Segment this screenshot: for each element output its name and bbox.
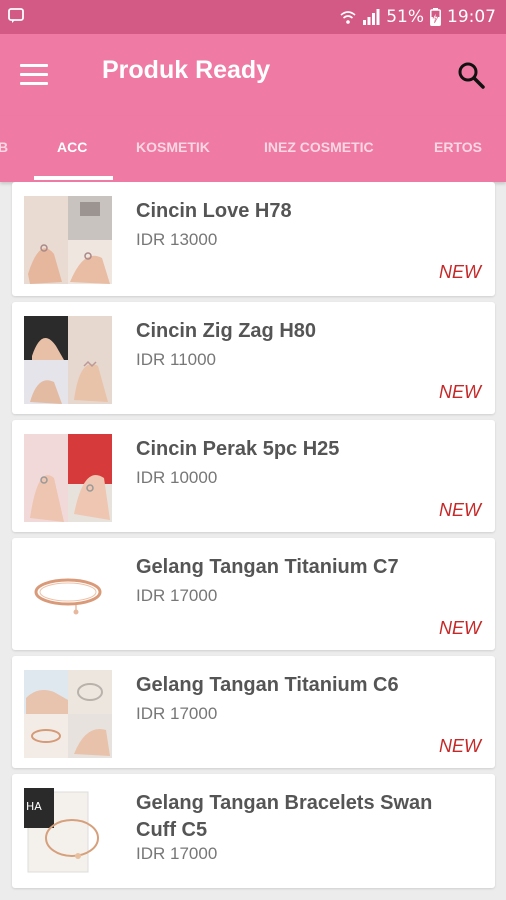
product-image	[24, 552, 112, 640]
product-name: Cincin Perak 5pc H25	[136, 438, 340, 460]
new-badge: NEW	[439, 382, 481, 402]
new-badge: NEW	[439, 262, 481, 282]
tab-acc[interactable]: ACC	[57, 139, 87, 155]
product-card[interactable]: Gelang Tangan Titanium C7 IDR 17000 NEW	[12, 538, 495, 650]
product-image	[24, 434, 112, 522]
clock: 19:07	[447, 7, 496, 27]
category-tabs: B ACC KOSMETIK INEZ COSMETIC ERTOS	[0, 116, 506, 182]
product-name: Gelang Tangan Bracelets Swan Cuff C5	[136, 792, 433, 841]
tab-kosmetik[interactable]: KOSMETIK	[136, 139, 210, 155]
product-card[interactable]: Gelang Tangan Titanium C6 IDR 17000 NEW	[12, 656, 495, 768]
product-image: HA	[24, 788, 112, 876]
tab-indicator	[34, 176, 113, 180]
product-price: IDR 13000	[136, 230, 218, 249]
product-price: IDR 17000	[136, 586, 218, 605]
new-badge: NEW	[439, 618, 481, 638]
page-title: Produk Ready	[102, 56, 271, 84]
product-image	[24, 316, 112, 404]
product-list: Cincin Love H78 IDR 13000 NEW Cincin Zig…	[0, 182, 506, 900]
tab-ertos[interactable]: ERTOS	[434, 139, 482, 155]
wifi-icon	[340, 11, 356, 24]
new-badge: NEW	[439, 500, 481, 520]
product-name: Cincin Love H78	[136, 200, 292, 222]
product-image	[24, 196, 112, 284]
product-name: Gelang Tangan Titanium C7	[136, 556, 399, 578]
product-card[interactable]: Cincin Perak 5pc H25 IDR 10000 NEW	[12, 420, 495, 532]
message-notification-icon	[8, 8, 24, 23]
tab-inez-cosmetic[interactable]: INEZ COSMETIC	[264, 139, 374, 155]
svg-text:HA: HA	[26, 800, 42, 813]
product-name: Gelang Tangan Titanium C6	[136, 674, 399, 696]
app-bar: Produk Ready	[0, 34, 506, 116]
product-price: IDR 10000	[136, 468, 218, 487]
tab-b[interactable]: B	[0, 139, 8, 155]
product-price: IDR 11000	[136, 350, 217, 369]
battery-percent: 51%	[386, 7, 424, 27]
status-bar: 51% 19:07	[0, 0, 506, 34]
new-badge: NEW	[439, 736, 481, 756]
product-price: IDR 17000	[136, 844, 218, 863]
menu-icon[interactable]	[20, 64, 48, 86]
product-price: IDR 17000	[136, 704, 218, 723]
search-icon[interactable]	[456, 60, 486, 90]
signal-icon	[363, 9, 380, 25]
product-card[interactable]: HA Gelang Tangan Bracelets Swan Cuff C5 …	[12, 774, 495, 888]
product-card[interactable]: Cincin Love H78 IDR 13000 NEW	[12, 182, 495, 296]
product-name: Cincin Zig Zag H80	[136, 320, 317, 342]
product-image	[24, 670, 112, 758]
product-card[interactable]: Cincin Zig Zag H80 IDR 11000 NEW	[12, 302, 495, 414]
battery-charging-icon	[430, 8, 441, 26]
